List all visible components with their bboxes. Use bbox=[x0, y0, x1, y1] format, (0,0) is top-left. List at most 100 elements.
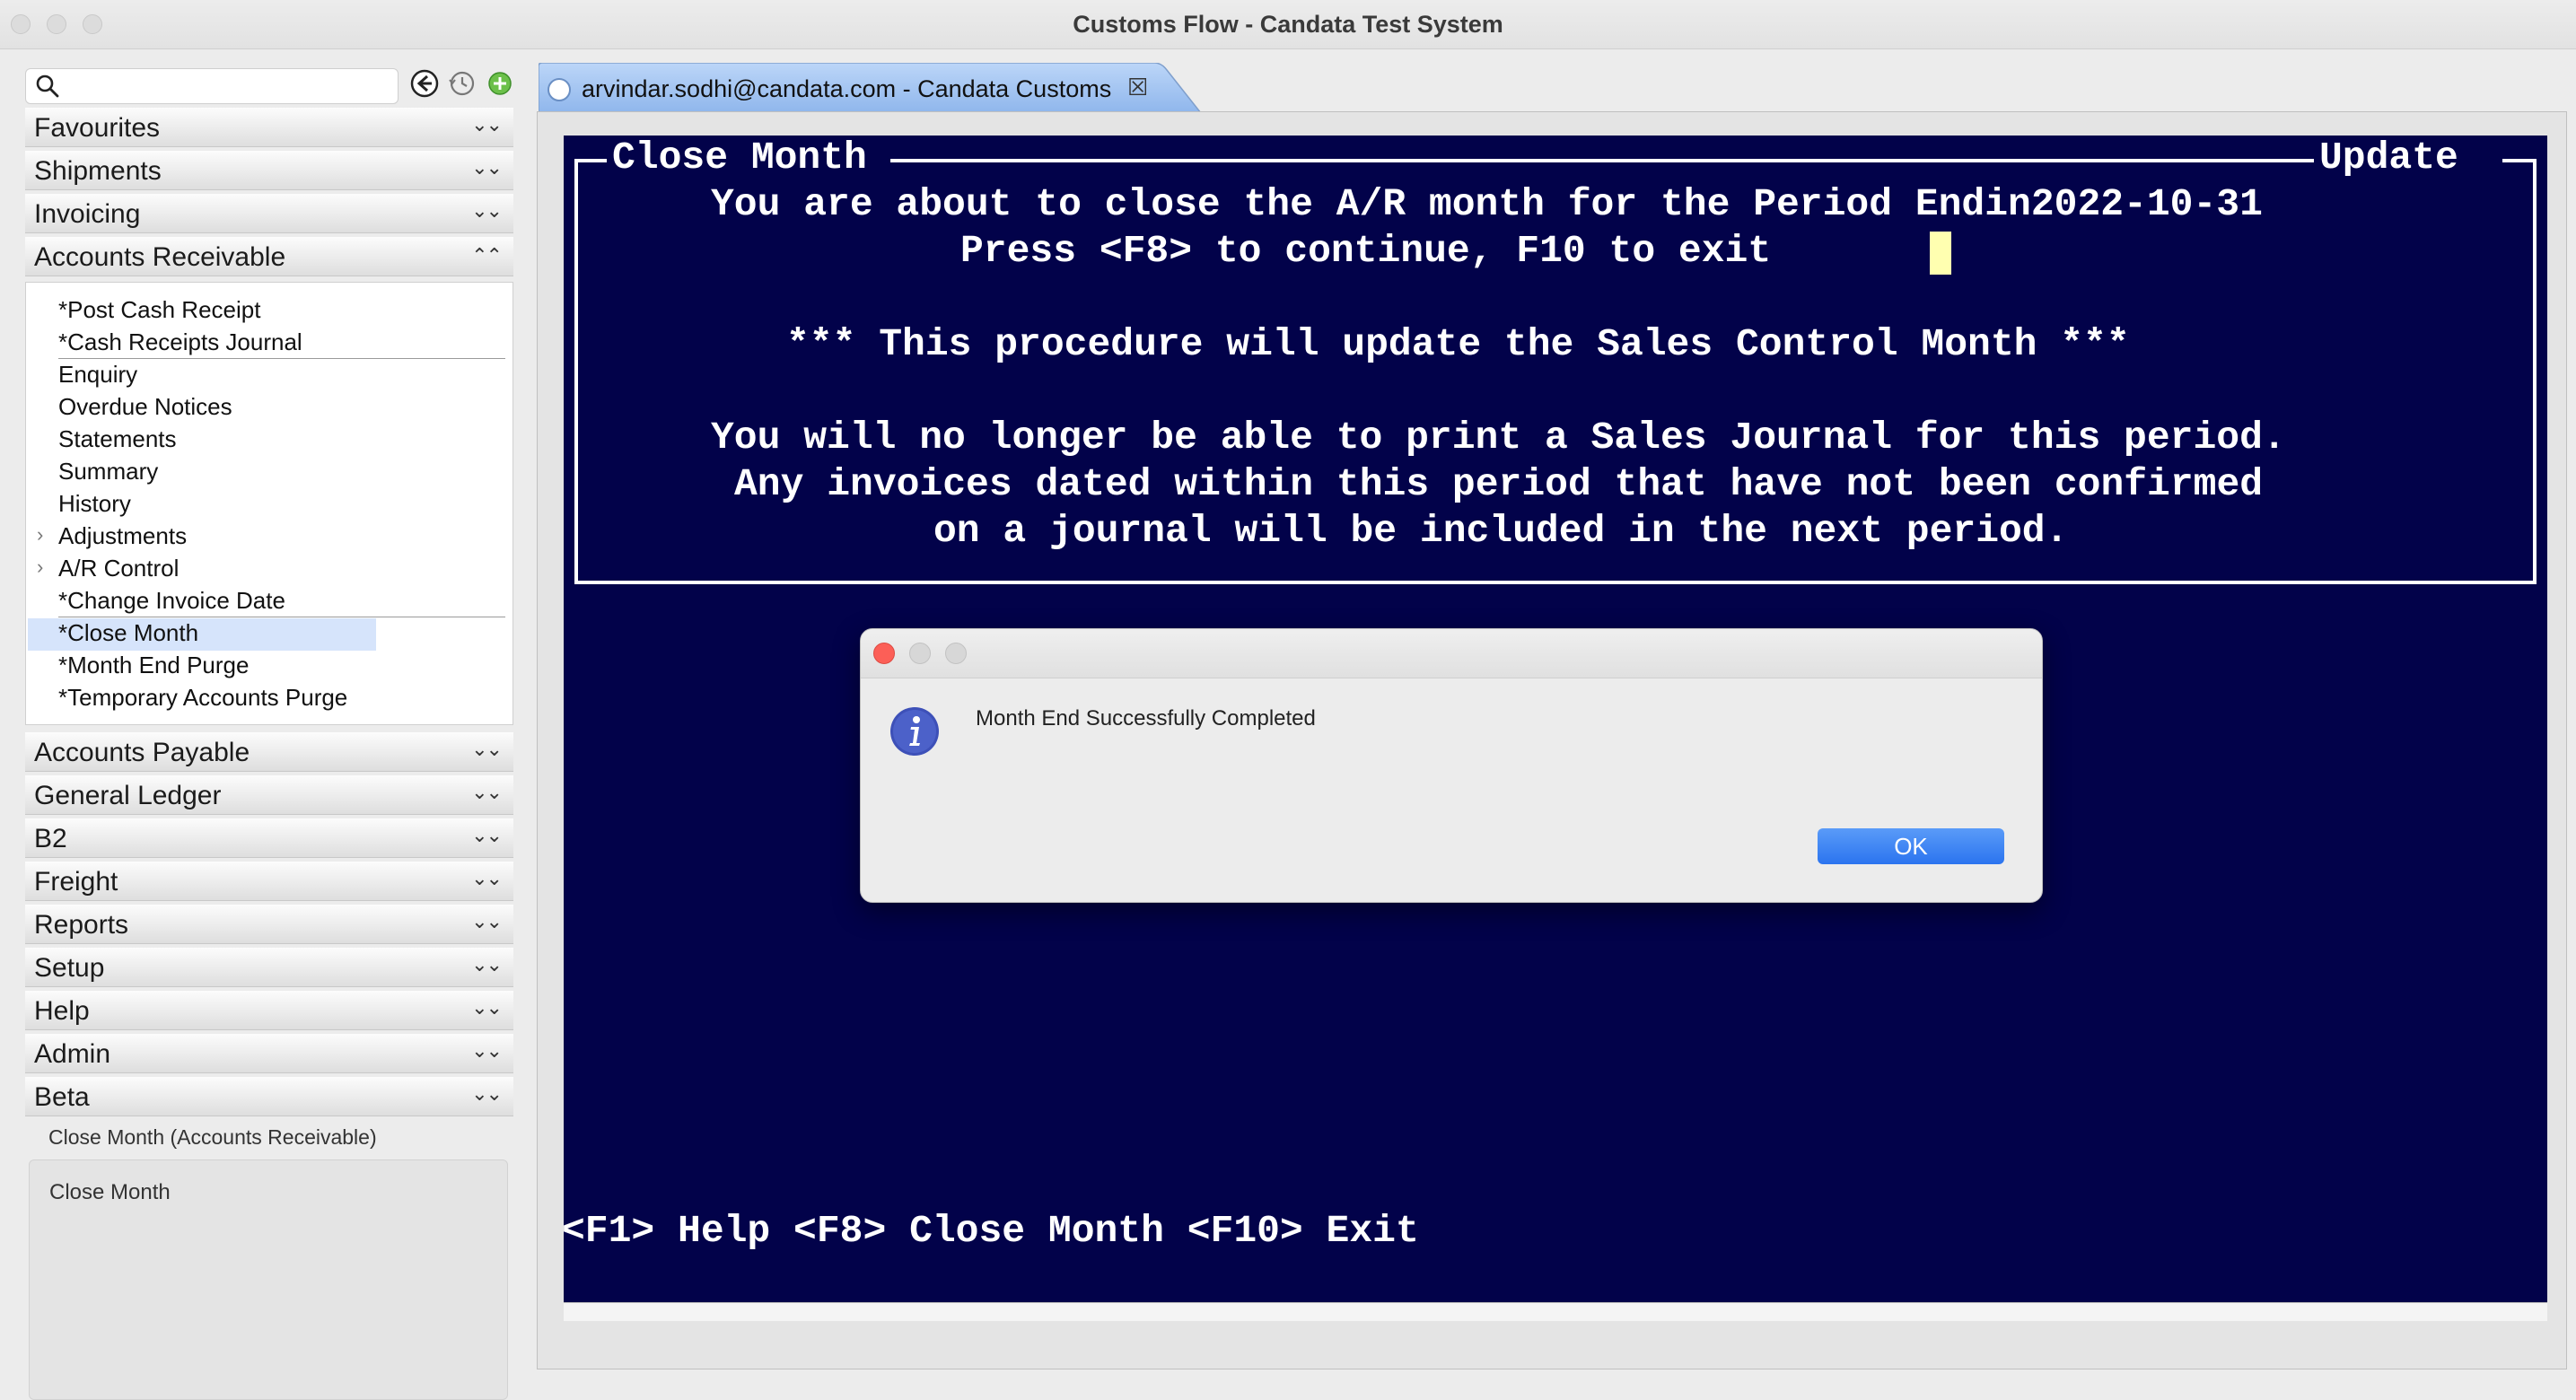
item-label: *Month End Purge bbox=[58, 652, 250, 678]
section-help[interactable]: Help ⌄⌄ bbox=[25, 991, 513, 1030]
section-shipments[interactable]: Shipments ⌄⌄ bbox=[25, 151, 513, 190]
item-label: History bbox=[58, 490, 131, 517]
terminal-line-1: You are about to close the A/R month for… bbox=[711, 182, 2263, 226]
dialog-message: Month End Successfully Completed bbox=[976, 706, 1316, 731]
ar-item-change-invoice-date[interactable]: *Change Invoice Date bbox=[26, 586, 511, 618]
chevron-double-down-icon: ⌄⌄ bbox=[471, 910, 503, 932]
window-title: Customs Flow - Candata Test System bbox=[1073, 11, 1503, 38]
section-admin[interactable]: Admin ⌄⌄ bbox=[25, 1034, 513, 1073]
terminal-status-strip bbox=[564, 1302, 2547, 1321]
frame-title-left: Close Month bbox=[612, 136, 867, 179]
chevron-double-up-icon: ⌃⌃ bbox=[471, 244, 503, 267]
tab-strip: arvindar.sodhi@candata.com - Candata Cus… bbox=[537, 57, 2567, 114]
ar-item-temporary-accounts-purge[interactable]: *Temporary Accounts Purge bbox=[26, 683, 511, 715]
terminal-line-5: Any invoices dated within this period th… bbox=[734, 462, 2264, 506]
ar-menu-list: *Post Cash Receipt *Cash Receipts Journa… bbox=[25, 282, 513, 725]
ar-item-cash-receipts-journal[interactable]: *Cash Receipts Journal bbox=[26, 328, 511, 360]
frame-title-right: Update bbox=[2319, 136, 2458, 179]
section-label: Accounts Receivable bbox=[34, 242, 286, 272]
section-label: Freight bbox=[34, 867, 118, 897]
dialog-minimize-button[interactable] bbox=[909, 643, 931, 664]
description-title: Close Month (Accounts Receivable) bbox=[48, 1125, 377, 1149]
ar-item-post-cash-receipt[interactable]: *Post Cash Receipt bbox=[26, 295, 511, 328]
ar-item-close-month[interactable]: *Close Month bbox=[26, 618, 511, 651]
section-favourites[interactable]: Favourites ⌄⌄ bbox=[25, 108, 513, 147]
chevron-double-down-icon: ⌄⌄ bbox=[471, 781, 503, 803]
section-label: Accounts Payable bbox=[34, 738, 250, 767]
description-box: Close Month bbox=[29, 1159, 508, 1400]
chevron-right-icon[interactable]: › bbox=[37, 556, 43, 579]
dialog-title-bar bbox=[861, 629, 2042, 678]
ar-item-summary[interactable]: Summary bbox=[26, 457, 511, 489]
chevron-double-down-icon: ⌄⌄ bbox=[471, 1039, 503, 1062]
item-label: A/R Control bbox=[58, 555, 180, 582]
ar-item-ar-control[interactable]: › A/R Control bbox=[26, 554, 511, 586]
ar-item-enquiry[interactable]: Enquiry bbox=[26, 360, 511, 392]
section-label: Favourites bbox=[34, 113, 161, 143]
chevron-double-down-icon: ⌄⌄ bbox=[471, 824, 503, 846]
chevron-right-icon[interactable]: › bbox=[37, 523, 43, 547]
item-label: Summary bbox=[58, 458, 159, 485]
session-icon bbox=[548, 78, 571, 101]
section-label: Reports bbox=[34, 910, 129, 940]
chevron-double-down-icon: ⌄⌄ bbox=[471, 953, 503, 976]
section-label: Admin bbox=[34, 1039, 111, 1069]
section-beta[interactable]: Beta ⌄⌄ bbox=[25, 1077, 513, 1116]
terminal-line-4: You will no longer be able to print a Sa… bbox=[711, 416, 2286, 459]
section-label: Shipments bbox=[34, 156, 162, 186]
info-icon bbox=[890, 707, 939, 756]
section-reports[interactable]: Reports ⌄⌄ bbox=[25, 905, 513, 944]
section-label: Help bbox=[34, 996, 90, 1026]
close-tab-icon[interactable]: ☒ bbox=[1127, 74, 1148, 101]
section-b2[interactable]: B2 ⌄⌄ bbox=[25, 818, 513, 858]
ar-item-adjustments[interactable]: › Adjustments bbox=[26, 521, 511, 554]
sidebar: Favourites ⌄⌄ Shipments ⌄⌄ Invoicing ⌄⌄ … bbox=[0, 50, 530, 1400]
section-label: General Ledger bbox=[34, 781, 222, 810]
search-input[interactable] bbox=[25, 68, 399, 104]
section-label: Invoicing bbox=[34, 199, 141, 229]
ar-item-history[interactable]: History bbox=[26, 489, 511, 521]
chevron-double-down-icon: ⌄⌄ bbox=[471, 738, 503, 760]
item-label: *Temporary Accounts Purge bbox=[58, 684, 348, 711]
text-cursor bbox=[1930, 232, 1951, 275]
ok-button[interactable]: OK bbox=[1818, 828, 2004, 864]
description-text: Close Month bbox=[49, 1180, 171, 1204]
chevron-double-down-icon: ⌄⌄ bbox=[471, 156, 503, 179]
item-label: Enquiry bbox=[58, 361, 138, 388]
section-setup[interactable]: Setup ⌄⌄ bbox=[25, 948, 513, 987]
section-accounts-receivable[interactable]: Accounts Receivable ⌃⌃ bbox=[25, 237, 513, 276]
window-title-bar: Customs Flow - Candata Test System bbox=[0, 0, 2576, 49]
item-label: *Close Month bbox=[58, 619, 199, 646]
info-dialog: Month End Successfully Completed OK bbox=[860, 628, 2043, 903]
terminal-line-3: *** This procedure will update the Sales… bbox=[786, 322, 2130, 366]
chevron-double-down-icon: ⌄⌄ bbox=[471, 1082, 503, 1105]
item-label: *Post Cash Receipt bbox=[58, 296, 261, 323]
section-accounts-payable[interactable]: Accounts Payable ⌄⌄ bbox=[25, 732, 513, 772]
section-label: B2 bbox=[34, 824, 67, 853]
section-freight[interactable]: Freight ⌄⌄ bbox=[25, 862, 513, 901]
chevron-double-down-icon: ⌄⌄ bbox=[471, 867, 503, 889]
section-label: Beta bbox=[34, 1082, 90, 1112]
section-general-ledger[interactable]: General Ledger ⌄⌄ bbox=[25, 775, 513, 815]
terminal-line-6: on a journal will be included in the nex… bbox=[933, 509, 2069, 553]
history-icon[interactable] bbox=[447, 68, 478, 99]
separator bbox=[58, 358, 505, 359]
section-label: Setup bbox=[34, 953, 105, 983]
tab-candata-customs[interactable]: arvindar.sodhi@candata.com - Candata Cus… bbox=[539, 63, 1203, 114]
dialog-zoom-button[interactable] bbox=[945, 643, 967, 664]
terminal-line-2: Press <F8> to continue, F10 to exit bbox=[960, 229, 1772, 273]
ar-item-overdue-notices[interactable]: Overdue Notices bbox=[26, 392, 511, 424]
add-favourite-icon[interactable] bbox=[485, 68, 515, 99]
section-invoicing[interactable]: Invoicing ⌄⌄ bbox=[25, 194, 513, 233]
item-label: Statements bbox=[58, 425, 177, 452]
item-label: *Change Invoice Date bbox=[58, 587, 285, 614]
terminal-function-keys: <F1> Help <F8> Close Month <F10> Exit bbox=[562, 1209, 1419, 1253]
search-icon bbox=[36, 74, 59, 98]
chevron-double-down-icon: ⌄⌄ bbox=[471, 199, 503, 222]
chevron-double-down-icon: ⌄⌄ bbox=[471, 113, 503, 136]
back-icon[interactable] bbox=[409, 68, 440, 99]
ar-item-statements[interactable]: Statements bbox=[26, 424, 511, 457]
ar-item-month-end-purge[interactable]: *Month End Purge bbox=[26, 651, 511, 683]
item-label: Adjustments bbox=[58, 522, 188, 549]
dialog-close-button[interactable] bbox=[873, 643, 895, 664]
